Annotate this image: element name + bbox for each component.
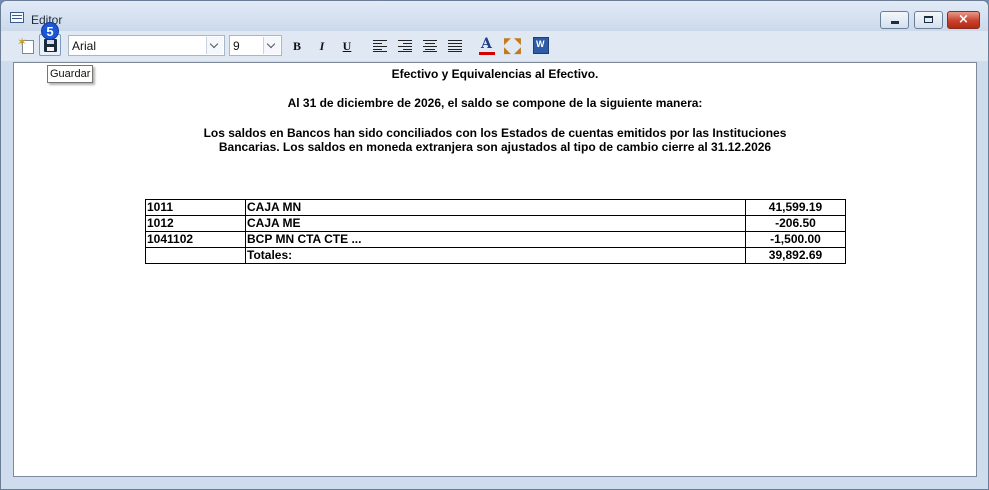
expand-corner-icon: ◢ (514, 46, 521, 56)
table-row: 1041102 BCP MN CTA CTE ... -1,500.00 (145, 231, 846, 248)
bold-button[interactable]: B (287, 37, 307, 55)
align-left-button[interactable] (373, 40, 387, 52)
floppy-disk-icon (44, 39, 57, 52)
expand-corner-icon: ◣ (504, 46, 511, 56)
empty-cell (145, 247, 246, 264)
minimize-icon (891, 21, 899, 24)
paragraph-line-1: Los saldos en Bancos han sido conciliado… (203, 126, 787, 140)
account-code: 1012 (145, 215, 246, 232)
close-button[interactable]: × (947, 11, 980, 29)
account-name: BCP MN CTA CTE ... (245, 231, 746, 248)
totals-label: Totales: (245, 247, 746, 264)
italic-button[interactable]: I (312, 37, 332, 55)
totals-row: Totales: 39,892.69 (145, 247, 846, 264)
align-justify-button[interactable] (448, 40, 462, 52)
editor-window: Editor × ✶ Arial 9 B I U A ◤ ◥ ◣ ◢ W Efe… (0, 0, 989, 490)
title-bar[interactable]: Editor × (1, 1, 988, 31)
close-icon: × (958, 12, 969, 27)
font-size-value: 9 (233, 39, 240, 53)
font-color-swatch (479, 52, 495, 55)
underline-button[interactable]: U (337, 37, 357, 55)
app-icon (10, 12, 24, 23)
export-word-button[interactable]: W (533, 37, 549, 54)
document-subtitle: Al 31 de diciembre de 2026, el saldo se … (287, 96, 703, 110)
account-code: 1041102 (145, 231, 246, 248)
account-name: CAJA ME (245, 215, 746, 232)
document-editor[interactable]: Efectivo y Equivalencias al Efectivo. Al… (13, 62, 977, 477)
account-code: 1011 (145, 199, 246, 216)
new-document-button[interactable]: ✶ (15, 35, 37, 57)
account-amount: -206.50 (745, 215, 846, 232)
align-center-button[interactable] (423, 40, 437, 52)
minimize-button[interactable] (880, 11, 909, 29)
fit-page-button[interactable]: ◤ ◥ ◣ ◢ (504, 37, 522, 56)
table-row: 1011 CAJA MN 41,599.19 (145, 199, 846, 216)
sparkle-icon: ✶ (17, 35, 28, 49)
maximize-icon (924, 16, 933, 23)
font-color-button[interactable]: A (478, 36, 496, 56)
font-family-value: Arial (72, 39, 97, 53)
account-amount: -1,500.00 (745, 231, 846, 248)
chevron-down-icon[interactable] (206, 37, 223, 54)
account-amount: 41,599.19 (745, 199, 846, 216)
step-badge: 5 (41, 22, 59, 40)
save-tooltip: Guardar (47, 65, 93, 83)
font-color-icon: A (481, 36, 492, 52)
chevron-down-icon[interactable] (263, 37, 280, 54)
table-row: 1012 CAJA ME -206.50 (145, 215, 846, 232)
totals-amount: 39,892.69 (745, 247, 846, 264)
font-family-select[interactable]: Arial (68, 35, 225, 56)
font-size-select[interactable]: 9 (229, 35, 282, 56)
document-title: Efectivo y Equivalencias al Efectivo. (391, 67, 599, 81)
account-name: CAJA MN (245, 199, 746, 216)
balance-table: 1011 CAJA MN 41,599.19 1012 CAJA ME -206… (145, 199, 846, 264)
paragraph-line-2: Bancarias. Los saldos en moneda extranje… (218, 140, 772, 154)
word-icon: W (536, 39, 545, 49)
maximize-button[interactable] (914, 11, 943, 29)
align-right-button[interactable] (398, 40, 412, 52)
